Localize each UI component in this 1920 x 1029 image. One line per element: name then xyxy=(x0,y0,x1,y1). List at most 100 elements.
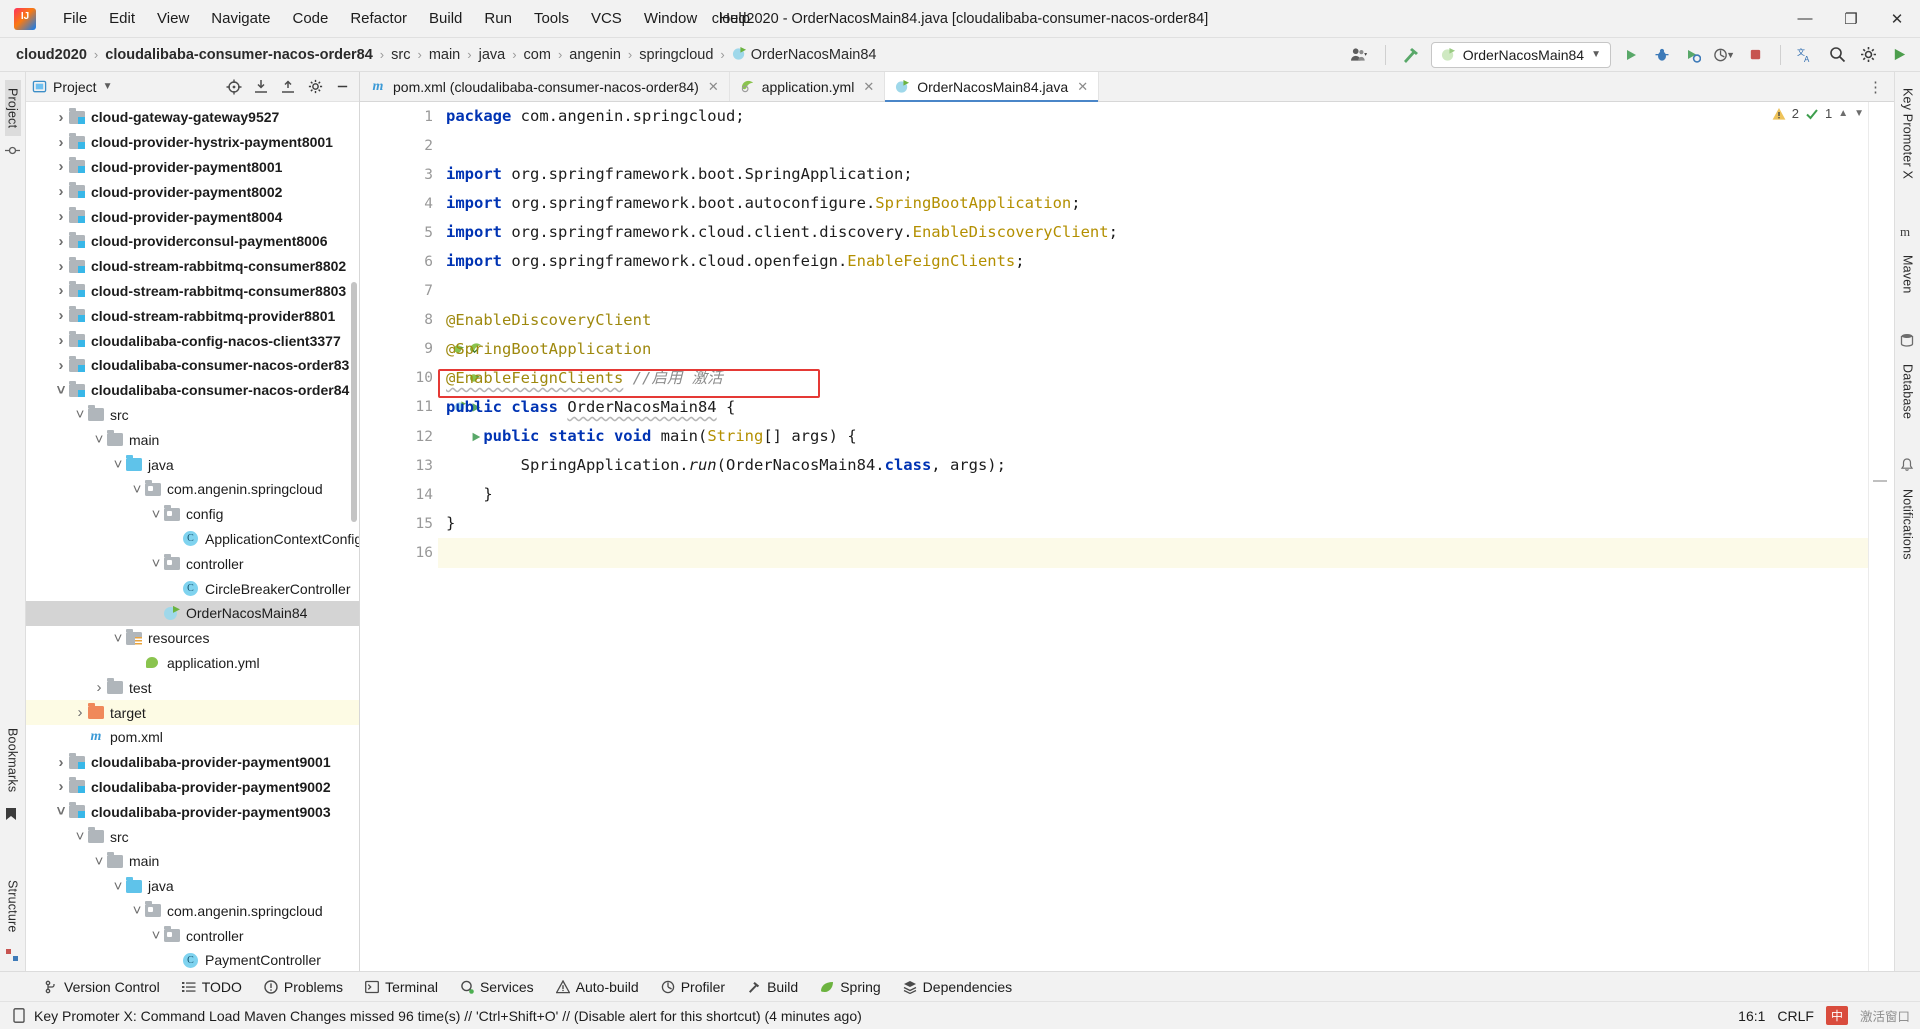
gear-icon[interactable] xyxy=(1857,44,1879,66)
tree-node-cloud-provider-payment8002[interactable]: › cloud-provider-payment8002 xyxy=(26,179,359,204)
stop-square-icon[interactable] xyxy=(1744,44,1766,66)
breadcrumb-class[interactable]: OrderNacosMain84 xyxy=(728,44,881,65)
chevron-down-icon[interactable]: ▼ xyxy=(103,81,113,92)
code-content[interactable]: package com.angenin.springcloud; import … xyxy=(438,102,1868,971)
tree-node-applicationcontextconfig[interactable]: C ApplicationContextConfig xyxy=(26,527,359,552)
chevron-down-icon[interactable]: ˅ xyxy=(110,878,126,895)
more-vertical-icon[interactable]: ⋮ xyxy=(1868,78,1884,96)
chevron-down-icon[interactable]: ▼ xyxy=(1854,108,1864,119)
gutter-line-14[interactable]: 14 xyxy=(360,480,438,509)
tree-node-cloud-provider-payment8004[interactable]: › cloud-provider-payment8004 xyxy=(26,204,359,229)
tree-node-cloudalibaba-provider-payment9002[interactable]: › cloudalibaba-provider-payment9002 xyxy=(26,775,359,800)
gutter-line-16[interactable]: 16 xyxy=(360,538,438,567)
chevron-right-icon[interactable]: › xyxy=(53,778,69,795)
tree-node-target[interactable]: › target xyxy=(26,700,359,725)
tree-node-controller[interactable]: ˅ controller xyxy=(26,551,359,576)
tree-node-paymentcontroller[interactable]: C PaymentController xyxy=(26,948,359,971)
breadcrumb-com[interactable]: com xyxy=(520,45,555,65)
maximize-button[interactable]: ❐ xyxy=(1828,0,1874,38)
tool-build[interactable]: Build xyxy=(737,976,808,998)
tree-node-controller[interactable]: ˅ controller xyxy=(26,923,359,948)
breadcrumb-cloud2020[interactable]: cloud2020 xyxy=(12,45,91,65)
tree-node-src[interactable]: ˅ src xyxy=(26,824,359,849)
commit-icon[interactable] xyxy=(4,143,21,159)
tab-close-icon[interactable]: ✕ xyxy=(1077,79,1088,95)
chevron-right-icon[interactable]: › xyxy=(53,183,69,200)
breadcrumb-src[interactable]: src xyxy=(387,45,414,65)
line-separator[interactable]: CRLF xyxy=(1777,1008,1814,1024)
tree-node-cloudalibaba-provider-payment9003[interactable]: ˅ cloudalibaba-provider-payment9003 xyxy=(26,799,359,824)
chevron-right-icon[interactable]: › xyxy=(53,208,69,225)
chevron-down-icon[interactable]: ˅ xyxy=(129,902,145,919)
gutter-line-4[interactable]: 4 xyxy=(360,189,438,218)
chevron-right-icon[interactable]: › xyxy=(53,158,69,175)
menu-window[interactable]: Window xyxy=(633,6,708,31)
tree-node-cloudalibaba-provider-payment9001[interactable]: › cloudalibaba-provider-payment9001 xyxy=(26,750,359,775)
tree-node-cloud-stream-rabbitmq-consumer8803[interactable]: › cloud-stream-rabbitmq-consumer8803 xyxy=(26,279,359,304)
menu-vcs[interactable]: VCS xyxy=(580,6,633,31)
rail-structure[interactable]: Structure xyxy=(5,872,21,941)
breadcrumb-angenin[interactable]: angenin xyxy=(565,45,625,65)
hammer-build-icon[interactable] xyxy=(1400,44,1422,66)
tab-ordernacosmain84-java[interactable]: OrderNacosMain84.java ✕ xyxy=(885,72,1100,102)
tree-node-main[interactable]: ˅ main xyxy=(26,849,359,874)
close-button[interactable]: ✕ xyxy=(1874,0,1920,38)
rail-key-promoter-x[interactable]: Key Promoter X xyxy=(1900,80,1916,187)
gutter-line-1[interactable]: 1 xyxy=(360,102,438,131)
chevron-down-icon[interactable]: ˅ xyxy=(72,406,88,423)
tree-node-resources[interactable]: ˅ resources xyxy=(26,626,359,651)
menu-tools[interactable]: Tools xyxy=(523,6,580,31)
gutter-line-12[interactable]: 12 xyxy=(360,422,481,451)
tab-application-yml[interactable]: application.yml ✕ xyxy=(730,72,886,101)
editor-tabs-overflow[interactable]: ⋮ xyxy=(1868,72,1894,101)
tree-node-config[interactable]: ˅ config xyxy=(26,502,359,527)
code-editor[interactable]: 1 2 3 4 5 6 7 8 9 10 11 12 13 14 15 16 package com.ange… xyxy=(360,102,1894,971)
rail-project[interactable]: Project xyxy=(4,80,21,137)
tree-node-cloudalibaba-consumer-nacos-order84[interactable]: ˅ cloudalibaba-consumer-nacos-order84 xyxy=(26,378,359,403)
search-icon[interactable] xyxy=(1826,44,1848,66)
chevron-down-icon[interactable]: ˅ xyxy=(148,506,164,523)
tree-node-test[interactable]: › test xyxy=(26,675,359,700)
status-message[interactable]: Key Promoter X: Command Load Maven Chang… xyxy=(34,1008,862,1024)
breadcrumb-springcloud[interactable]: springcloud xyxy=(635,45,717,65)
tool-services[interactable]: Services xyxy=(450,976,544,998)
minimize-button[interactable]: — xyxy=(1782,0,1828,38)
tab-close-icon[interactable]: ✕ xyxy=(863,79,874,95)
chevron-right-icon[interactable]: › xyxy=(53,754,69,771)
chevron-down-icon[interactable]: ˅ xyxy=(129,481,145,498)
chevron-down-icon[interactable]: ˅ xyxy=(53,803,69,820)
select-opened-file-icon[interactable] xyxy=(223,76,245,98)
project-file-tree[interactable]: › cloud-gateway-gateway9527 › cloud-provide… xyxy=(26,102,359,971)
coverage-icon[interactable] xyxy=(1682,44,1704,66)
chevron-right-icon[interactable]: › xyxy=(53,357,69,374)
rail-bookmarks[interactable]: Bookmarks xyxy=(5,720,21,800)
rail-maven[interactable]: Maven xyxy=(1900,247,1916,302)
tree-node-cloud-gateway-gateway9527[interactable]: › cloud-gateway-gateway9527 xyxy=(26,105,359,130)
menu-run[interactable]: Run xyxy=(473,6,523,31)
inspection-summary-widget[interactable]: 2 1 ▲ ▼ xyxy=(1772,106,1864,121)
tree-node-cloud-stream-rabbitmq-consumer8802[interactable]: › cloud-stream-rabbitmq-consumer8802 xyxy=(26,254,359,279)
chevron-up-icon[interactable]: ▲ xyxy=(1838,108,1848,119)
menu-view[interactable]: View xyxy=(146,6,200,31)
play-green-icon[interactable] xyxy=(1888,44,1910,66)
breadcrumb-main[interactable]: main xyxy=(425,45,464,65)
tree-node-com-angenin-springcloud[interactable]: ˅ com.angenin.springcloud xyxy=(26,899,359,924)
tree-node-com-angenin-springcloud[interactable]: ˅ com.angenin.springcloud xyxy=(26,477,359,502)
tree-scrollbar[interactable] xyxy=(351,282,357,522)
menu-help[interactable]: Help xyxy=(708,6,761,31)
caret-position[interactable]: 16:1 xyxy=(1738,1008,1765,1024)
tool-spring[interactable]: Spring xyxy=(810,976,890,998)
chevron-down-icon[interactable]: ˅ xyxy=(91,431,107,448)
menu-navigate[interactable]: Navigate xyxy=(200,6,281,31)
gutter-line-15[interactable]: 15 xyxy=(360,509,438,538)
inspection-gutter[interactable] xyxy=(1868,102,1894,971)
tree-node-cloudalibaba-consumer-nacos-order83[interactable]: › cloudalibaba-consumer-nacos-order83 xyxy=(26,353,359,378)
panel-options-gear-icon[interactable] xyxy=(304,76,326,98)
menu-file[interactable]: File xyxy=(52,6,98,31)
gutter-line-5[interactable]: 5 xyxy=(360,218,438,247)
collapse-all-icon[interactable] xyxy=(277,76,299,98)
window-controls[interactable]: — ❐ ✕ xyxy=(1782,0,1920,37)
chevron-down-icon[interactable]: ˅ xyxy=(148,927,164,944)
gutter-line-9[interactable]: 9 xyxy=(360,335,482,364)
menu-edit[interactable]: Edit xyxy=(98,6,146,31)
